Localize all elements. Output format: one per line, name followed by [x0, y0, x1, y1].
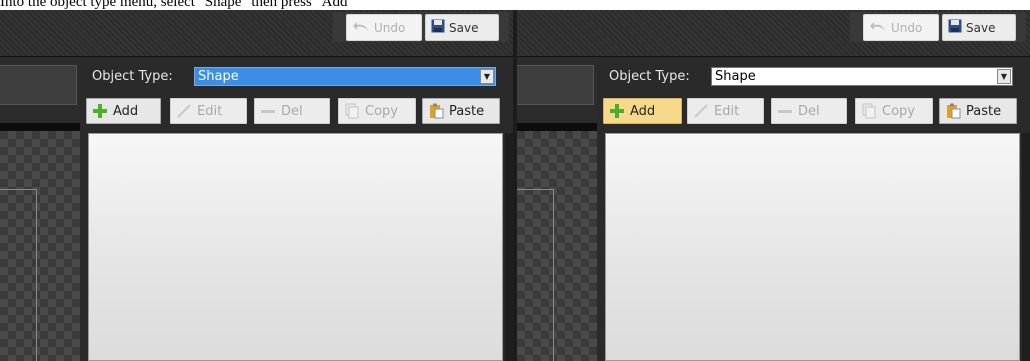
minus-icon [259, 103, 277, 119]
delete-button[interactable]: Del [254, 98, 330, 124]
object-type-label: Object Type: [92, 69, 173, 84]
preview-frame [0, 189, 37, 361]
paste-label: Paste [449, 103, 485, 119]
add-button[interactable]: Add [603, 98, 682, 124]
scroll-gutter [505, 133, 513, 361]
floppy-disk-icon [431, 19, 445, 36]
layer-name-field[interactable] [517, 65, 594, 105]
pencil-icon [692, 103, 710, 119]
object-toolbar: Add Edit Del Copy Paste [603, 95, 1023, 125]
add-label: Add [630, 103, 656, 119]
object-list-area[interactable] [605, 133, 1020, 361]
object-type-value: Shape [715, 69, 756, 84]
undo-label: Undo [891, 20, 923, 35]
object-type-value: Shape [198, 69, 239, 84]
layers-column [0, 57, 80, 361]
object-type-select[interactable]: Shape ▼ [711, 67, 1013, 86]
top-toolbar: Undo Save [0, 10, 513, 57]
save-label: Save [449, 20, 479, 35]
layer-name-field[interactable] [0, 65, 77, 105]
editor-panel-before: Undo Save Object Type: Shape ▼ Add Edit … [0, 10, 513, 361]
plus-icon [91, 103, 109, 119]
edit-button[interactable]: Edit [687, 98, 764, 124]
copy-button[interactable]: Copy [338, 98, 416, 124]
undo-icon [869, 20, 887, 35]
edit-button[interactable]: Edit [170, 98, 247, 124]
delete-label: Del [798, 103, 820, 119]
object-type-select[interactable]: Shape ▼ [194, 67, 496, 86]
paste-button[interactable]: Paste [422, 98, 500, 124]
copy-icon [860, 103, 878, 119]
undo-label: Undo [374, 20, 406, 35]
paste-button[interactable]: Paste [939, 98, 1017, 124]
layers-column [517, 57, 597, 361]
copy-icon [343, 103, 361, 119]
chevron-down-icon[interactable]: ▼ [997, 69, 1011, 84]
undo-button[interactable]: Undo [346, 14, 422, 41]
paste-label: Paste [966, 103, 1002, 119]
object-type-label: Object Type: [609, 69, 690, 84]
minus-icon [776, 103, 794, 119]
undo-button[interactable]: Undo [863, 14, 939, 41]
delete-button[interactable]: Del [771, 98, 847, 124]
copy-button[interactable]: Copy [855, 98, 933, 124]
pencil-icon [175, 103, 193, 119]
column-divider [517, 123, 597, 131]
add-button[interactable]: Add [86, 98, 161, 124]
save-label: Save [966, 20, 996, 35]
paste-icon [427, 103, 445, 119]
edit-label: Edit [714, 103, 740, 119]
object-toolbar: Add Edit Del Copy Paste [86, 95, 506, 125]
top-toolbar: Undo Save [517, 10, 1030, 57]
save-button[interactable]: Save [425, 14, 499, 41]
add-label: Add [113, 103, 139, 119]
preview-frame [517, 189, 554, 361]
copy-label: Copy [882, 103, 915, 119]
editor-panel-after: Undo Save Object Type: Shape ▼ Add Edit … [517, 10, 1030, 361]
object-list-area[interactable] [88, 133, 503, 361]
save-button[interactable]: Save [942, 14, 1016, 41]
paste-icon [944, 103, 962, 119]
edit-label: Edit [197, 103, 223, 119]
delete-label: Del [281, 103, 303, 119]
instruction-caption: Into the object type menu, select "Shape… [0, 0, 354, 10]
copy-label: Copy [365, 103, 398, 119]
chevron-down-icon[interactable]: ▼ [480, 69, 494, 84]
scroll-gutter [1022, 133, 1030, 361]
floppy-disk-icon [948, 19, 962, 36]
column-divider [0, 123, 80, 131]
undo-icon [352, 20, 370, 35]
plus-icon [608, 103, 626, 119]
